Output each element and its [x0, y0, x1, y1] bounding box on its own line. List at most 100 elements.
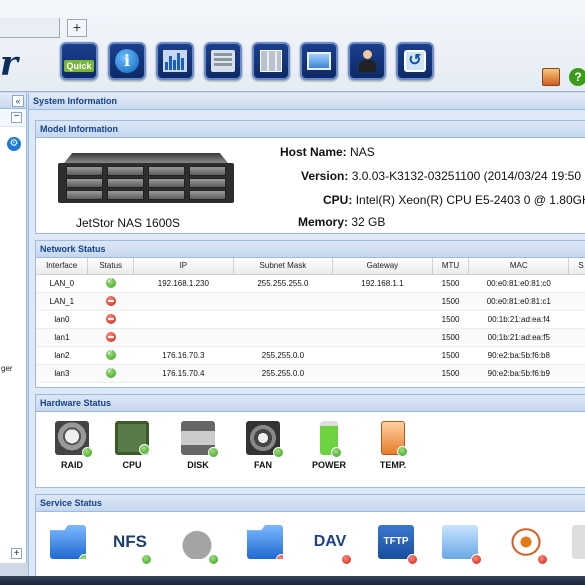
- table-row[interactable]: lan3 176.15.70.4255.255.0.0 150090:e2:ba:5…: [36, 364, 585, 383]
- monitor-button[interactable]: [156, 42, 194, 80]
- info-icon: i: [115, 49, 139, 73]
- nav-group-header[interactable]: −: [0, 109, 26, 127]
- hardware-label: TEMP.: [379, 460, 407, 470]
- backup-button[interactable]: ↺: [396, 42, 434, 80]
- table-row[interactable]: lan1 1500 00:1b:21:ad:ea:f5: [36, 328, 585, 347]
- nav-item-fragment[interactable]: ger: [1, 364, 13, 373]
- hardware-status-title: Hardware Status: [36, 395, 585, 412]
- hardware-disk[interactable]: DISK: [173, 421, 223, 470]
- status-up-icon: [105, 366, 116, 378]
- hardware-cpu[interactable]: CPU: [107, 421, 157, 470]
- windows-share-icon[interactable]: [50, 525, 86, 559]
- hardware-label: DISK: [187, 460, 209, 470]
- extra-cell: [568, 346, 585, 365]
- column-header[interactable]: Gateway: [332, 258, 433, 275]
- column-header[interactable]: Interface: [36, 258, 89, 275]
- file-sharing-button[interactable]: [252, 42, 290, 80]
- mtu-cell: 1500: [432, 328, 469, 347]
- product-name: JetStor NAS 1600S: [76, 216, 181, 230]
- status-up-icon: [105, 276, 116, 288]
- network-table-header: Interface Status IP Subnet Mask Gateway …: [36, 258, 585, 275]
- status-down-icon: [105, 314, 116, 324]
- down-badge-icon: [407, 554, 418, 565]
- system-info-button[interactable]: i: [108, 42, 146, 80]
- webdav-icon[interactable]: DAV: [312, 525, 352, 565]
- table-row[interactable]: lan2 176.16.70.3255.255.0.0 150090:e2:ba:5…: [36, 346, 585, 365]
- column-header[interactable]: S: [568, 258, 585, 275]
- hardware-status-panel: Hardware Status RAID CPU DISK FAN POWER …: [35, 394, 585, 488]
- ftp-folder-icon[interactable]: [247, 525, 283, 559]
- network-status-panel: Network Status Interface Status IP Subne…: [35, 240, 585, 388]
- gw-cell: [332, 364, 433, 383]
- memory-label: Memory:: [298, 215, 349, 229]
- hardware-temperature[interactable]: TEMP.: [368, 421, 418, 470]
- ok-badge-icon: [79, 554, 86, 559]
- disk-icon: [181, 421, 219, 458]
- fan-icon: [246, 421, 284, 458]
- expand-group-button[interactable]: +: [11, 548, 22, 559]
- export-icon[interactable]: [542, 68, 560, 86]
- left-panel-header: «: [0, 93, 26, 109]
- network-service-button[interactable]: [300, 42, 338, 80]
- column-header[interactable]: IP: [133, 258, 234, 275]
- browser-tab[interactable]: [0, 18, 60, 38]
- hardware-label: RAID: [61, 460, 83, 470]
- column-header[interactable]: Status: [87, 258, 135, 275]
- raid-icon: [55, 421, 93, 458]
- new-tab-button[interactable]: +: [67, 19, 87, 37]
- mask-cell: 255.255.255.0: [233, 274, 333, 293]
- storage-button[interactable]: [204, 42, 242, 80]
- status-cell: [87, 346, 134, 365]
- status-cell: [87, 364, 134, 383]
- settings-icon[interactable]: ⚙: [7, 137, 21, 151]
- column-header[interactable]: MTU: [432, 258, 470, 275]
- network-table: Interface Status IP Subnet Mask Gateway …: [36, 258, 585, 383]
- extra-cell: [568, 310, 585, 329]
- mac-cell: 00:e0:81:e0:81:c0: [468, 274, 569, 293]
- atom-icon[interactable]: [508, 525, 548, 565]
- collapse-left-panel-button[interactable]: «: [12, 95, 24, 107]
- partial-service-icon[interactable]: S M: [572, 525, 585, 559]
- ok-badge-icon: [139, 444, 150, 455]
- power-icon: [320, 421, 342, 458]
- column-header[interactable]: MAC: [468, 258, 570, 275]
- cpu-icon: [115, 421, 150, 455]
- quick-setup-button[interactable]: Quick: [60, 42, 98, 80]
- dav-label: DAV: [313, 533, 347, 550]
- help-icon[interactable]: ?: [569, 68, 585, 86]
- cpu-label: CPU:: [323, 193, 353, 207]
- temperature-icon: [381, 421, 408, 457]
- cpu-value: Intel(R) Xeon(R) CPU E5-2403 0 @ 1.80GH: [355, 193, 585, 207]
- nfs-icon[interactable]: NFS: [112, 525, 152, 565]
- mask-cell: [233, 292, 333, 311]
- model-information-title: Model Information: [36, 121, 585, 138]
- table-row[interactable]: LAN_1 1500 00:e0:81:e0:81:c1: [36, 292, 585, 311]
- service-status-title: Service Status: [36, 495, 585, 512]
- column-header[interactable]: Subnet Mask: [233, 258, 334, 275]
- hardware-raid[interactable]: RAID: [47, 421, 97, 470]
- main-content: System Information Model Information Jet…: [28, 93, 585, 585]
- ok-badge-icon: [208, 447, 219, 458]
- ok-badge-icon: [82, 447, 93, 458]
- gw-cell: [332, 328, 433, 347]
- ip-cell: 176.15.70.4: [133, 364, 234, 383]
- ip-cell: 176.16.70.3: [133, 346, 234, 365]
- accounts-button[interactable]: [348, 42, 386, 80]
- hardware-label: POWER: [311, 460, 346, 470]
- hardware-power[interactable]: POWER: [304, 421, 354, 470]
- hardware-fan[interactable]: FAN: [238, 421, 288, 470]
- host-name-value: NAS: [350, 145, 375, 159]
- gw-cell: [332, 346, 433, 365]
- mask-cell: 255.255.0.0: [233, 364, 333, 383]
- table-row[interactable]: LAN_0 192.168.1.230255.255.255.0192.168.1…: [36, 274, 585, 293]
- ok-badge-icon: [331, 447, 342, 458]
- apple-icon[interactable]: [179, 525, 219, 565]
- sync-icon[interactable]: [442, 525, 482, 565]
- mask-cell: [233, 328, 333, 347]
- tftp-icon[interactable]: TFTP: [378, 525, 418, 565]
- extra-cell: [568, 274, 585, 293]
- hardware-label: FAN: [254, 460, 272, 470]
- table-row[interactable]: lan0 1500 00:1b:21:ad:ea:f4: [36, 310, 585, 329]
- top-chrome: + r Quick i ↺ ?: [0, 0, 585, 92]
- collapse-group-button[interactable]: −: [11, 112, 22, 123]
